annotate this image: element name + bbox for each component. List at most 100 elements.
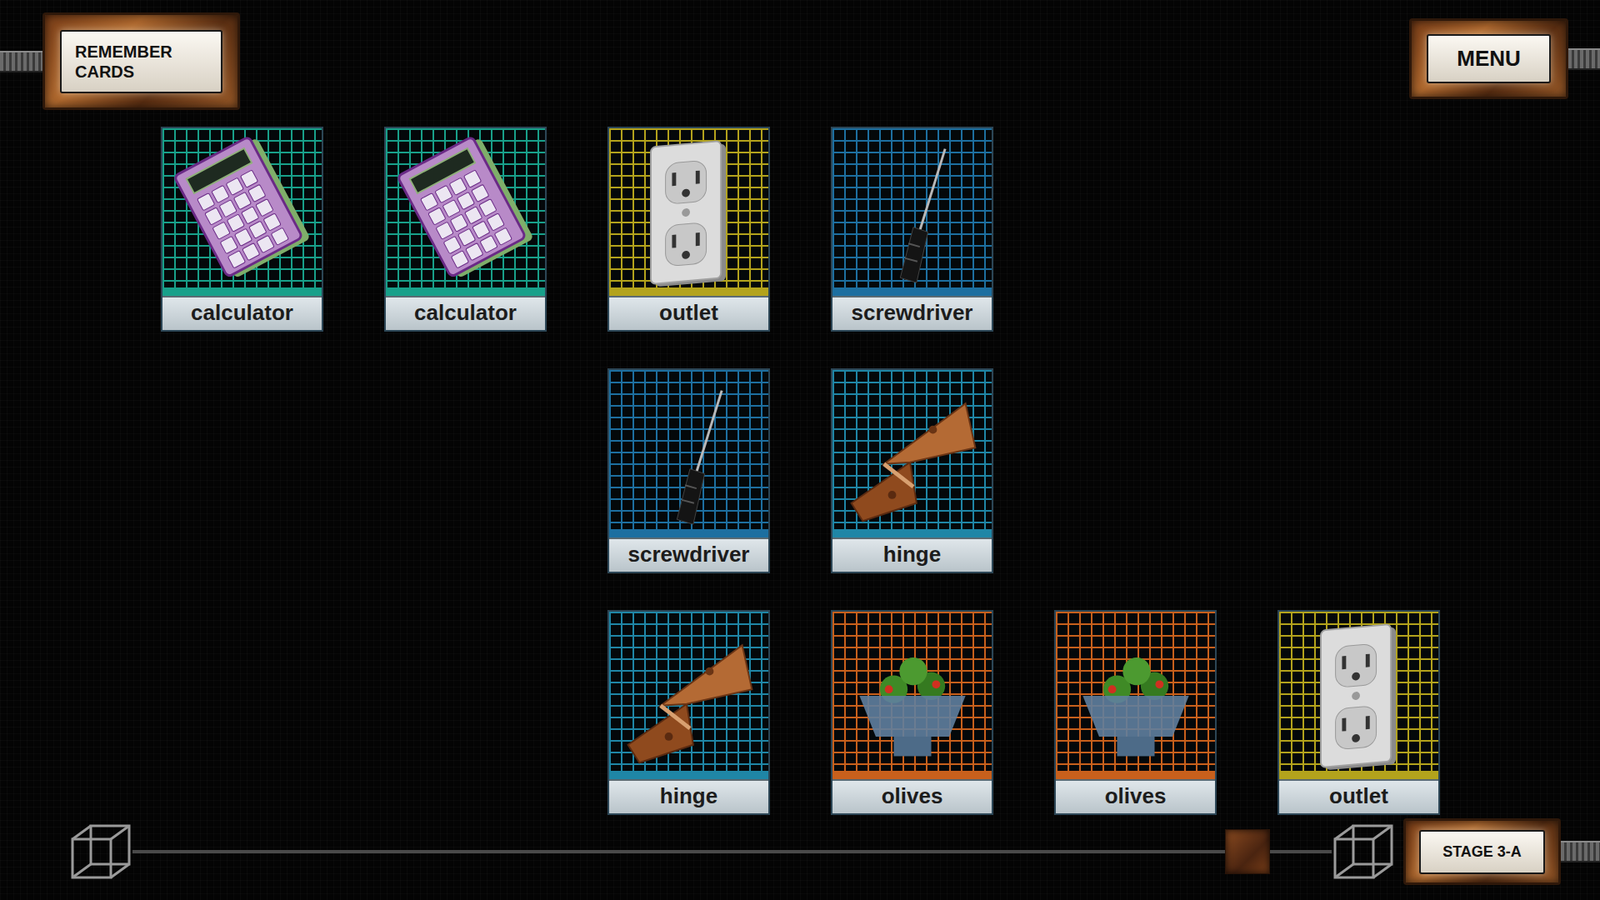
card-label: outlet <box>609 295 769 330</box>
card[interactable]: calculator <box>160 126 324 332</box>
calculator-key <box>220 235 238 254</box>
bowl-base <box>1116 735 1155 755</box>
hinge-icon <box>835 372 990 536</box>
pimento <box>1107 685 1116 694</box>
card-label: hinge <box>609 779 769 814</box>
hinge-hole <box>705 666 714 675</box>
game-screen: REMEMBER CARDS MENU calculator calculator ou… <box>0 0 1600 900</box>
cube-back <box>90 825 130 865</box>
calculator-key <box>470 184 489 202</box>
stage-plaque: STAGE 3-A <box>1403 818 1561 885</box>
progress-track <box>132 850 1332 854</box>
empty-slot <box>160 610 324 815</box>
cube-edge <box>1335 864 1354 878</box>
calculator-key <box>435 221 453 240</box>
olives-icon <box>1058 614 1214 778</box>
calculator-key <box>240 170 258 188</box>
olive <box>899 657 927 685</box>
hinge-hole <box>664 732 673 741</box>
screwdriver-icon <box>611 372 767 536</box>
calculator-key <box>420 192 438 210</box>
cube-edge <box>1335 825 1354 840</box>
card-board: calculator calculator outlet screwdriver scr… <box>0 126 1600 815</box>
card[interactable]: olives <box>830 610 994 815</box>
socket <box>665 221 706 266</box>
empty-slot <box>1277 126 1440 332</box>
socket-slot <box>695 170 700 184</box>
card-picture <box>832 611 992 780</box>
calculator-key <box>463 170 481 188</box>
olive <box>1122 657 1150 685</box>
screwdriver-shaft <box>919 148 945 230</box>
socket-slot <box>671 172 676 186</box>
calculator-key <box>434 185 452 203</box>
socket <box>1335 643 1376 688</box>
screwdriver-handle <box>900 226 928 283</box>
bowl <box>859 695 965 737</box>
calculator-key <box>219 199 237 217</box>
card-label: screwdriver <box>609 537 769 572</box>
bowl-base <box>893 735 931 755</box>
handle-ridge <box>681 499 695 503</box>
empty-slot <box>1054 368 1217 574</box>
socket-slot <box>1365 653 1370 667</box>
hinge-pin <box>660 705 690 728</box>
menu-group: MENU <box>1409 18 1600 100</box>
hinge-leaf <box>883 403 975 464</box>
pipe <box>0 50 43 73</box>
empty-slot <box>384 368 547 574</box>
cube-edge <box>1373 825 1392 840</box>
card-picture <box>832 370 992 538</box>
calculator-key <box>494 227 512 245</box>
card-picture <box>385 128 545 296</box>
wire-cube-icon <box>1331 822 1395 881</box>
card-label: hinge <box>832 537 992 572</box>
calculator-key <box>427 206 445 225</box>
hinge-hole <box>928 425 937 434</box>
screwdriver-icon <box>835 130 990 295</box>
calculator-key <box>211 221 230 240</box>
hinge-leaf <box>627 703 693 762</box>
handle-ridge <box>685 485 697 489</box>
socket-slot <box>1365 715 1370 730</box>
card[interactable]: screwdriver <box>830 126 994 332</box>
calculator-key <box>225 177 244 195</box>
bowl <box>1082 695 1189 737</box>
socket-ground <box>681 188 690 198</box>
card[interactable]: calculator <box>384 126 547 332</box>
card-picture <box>832 128 992 296</box>
card[interactable]: screwdriver <box>607 368 770 574</box>
card-picture <box>609 128 769 296</box>
footer: STAGE 3-A <box>0 818 1600 900</box>
card[interactable]: hinge <box>607 610 770 815</box>
pipe <box>1560 840 1600 863</box>
cube-edge <box>110 825 130 840</box>
calculator-icon <box>388 130 544 295</box>
menu-button[interactable]: MENU <box>1409 18 1569 100</box>
calculator-key <box>450 250 469 268</box>
calculator-key <box>450 213 468 231</box>
menu-label: MENU <box>1426 34 1551 84</box>
card-label: olives <box>832 779 992 814</box>
card[interactable]: hinge <box>830 368 994 574</box>
card[interactable]: outlet <box>1277 610 1440 815</box>
remember-cards-button[interactable]: REMEMBER CARDS <box>42 12 240 110</box>
calculator-key <box>486 212 505 230</box>
card[interactable]: outlet <box>607 126 770 332</box>
handle-ridge <box>905 257 918 261</box>
calculator-icon <box>165 130 320 295</box>
calculator-key <box>226 213 245 231</box>
calculator-key <box>478 198 496 216</box>
socket <box>1335 705 1376 750</box>
calculator-key <box>479 235 497 253</box>
socket-slot <box>695 232 700 246</box>
cube-edge <box>72 825 91 840</box>
calculator-key <box>465 242 483 260</box>
olives-icon <box>835 614 990 778</box>
card[interactable]: olives <box>1054 610 1217 815</box>
card-picture <box>1279 611 1439 780</box>
calculator-key <box>255 235 274 253</box>
empty-slot <box>160 368 324 574</box>
card-label: calculator <box>385 295 545 330</box>
cube-edge <box>110 864 130 878</box>
